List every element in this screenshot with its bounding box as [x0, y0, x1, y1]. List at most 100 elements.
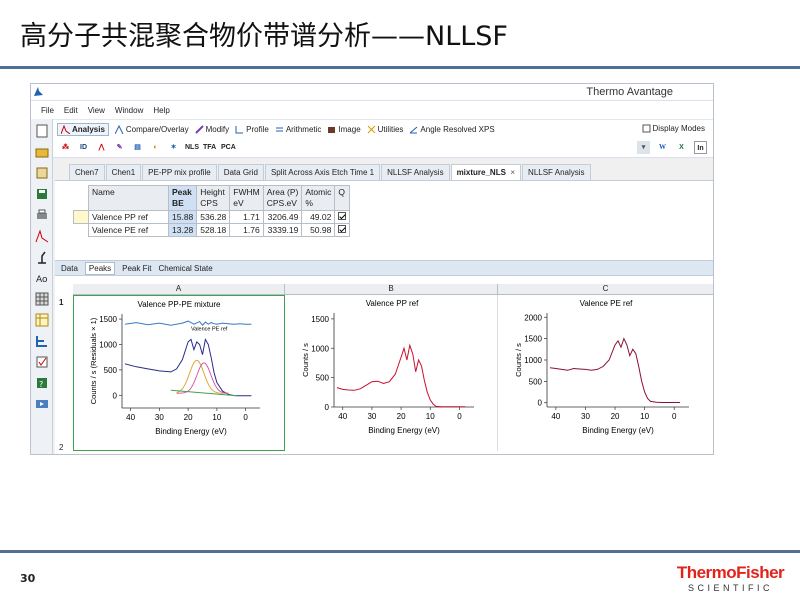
col-peak-be: Peak BE — [167, 185, 198, 211]
plot-title: Valence PE ref — [580, 299, 634, 308]
tree-icon[interactable] — [35, 334, 49, 348]
x-tick-label: 30 — [367, 412, 376, 421]
menu-view[interactable]: View — [88, 106, 105, 115]
y-tick-label: 500 — [529, 377, 543, 386]
subtab-data[interactable]: Data — [61, 264, 78, 273]
peak-id-icon[interactable]: ⁂ — [59, 141, 72, 154]
page-number: 30 — [20, 572, 36, 585]
plot-cell-b[interactable]: Valence PP ref 1500 1000 500 0 40 30 20 10 0 Bindi… — [286, 295, 498, 451]
thermofisher-logo: ThermoFisher SCIENTIFIC — [673, 563, 788, 593]
element-icon[interactable]: Ao — [35, 271, 49, 285]
plot-cell-c[interactable]: Valence PE ref 2000 1500 1000 500 0 40 30 20 10 0 B… — [499, 295, 713, 451]
star-tool-icon[interactable]: ✶ — [167, 141, 180, 154]
image-icon — [328, 126, 336, 133]
table-row[interactable]: Valence PP ref 15.88 536.28 1.71 3206.49… — [73, 210, 351, 224]
peak-fit-icon[interactable]: ✎ — [113, 141, 126, 154]
table-icon[interactable] — [35, 313, 49, 327]
print-icon[interactable] — [35, 208, 49, 222]
word-export-button[interactable]: W — [656, 141, 669, 154]
y-tick-label: 500 — [104, 366, 118, 375]
in-button[interactable]: In — [694, 141, 707, 154]
menu-edit[interactable]: Edit — [64, 106, 78, 115]
tab-nllsf-analysis-2[interactable]: NLLSF Analysis — [522, 164, 591, 180]
ribbon-tabs: Analysis Compare/Overlay Modify Profile … — [31, 119, 713, 138]
x-tick-label: 40 — [126, 413, 135, 422]
title-divider — [0, 66, 800, 69]
chart-icon[interactable]: ▤ — [131, 141, 144, 154]
microscope-icon[interactable] — [35, 250, 49, 264]
report-icon[interactable]: ? — [35, 376, 49, 390]
x-tick-label: 10 — [426, 412, 435, 421]
ribbon-tab-modify[interactable]: Modify — [194, 124, 229, 134]
new-file-icon[interactable] — [35, 124, 49, 138]
grid-column-header: A B C — [73, 284, 713, 295]
close-tab-icon[interactable]: × — [510, 168, 515, 177]
tab-nllsf-analysis[interactable]: NLLSF Analysis — [381, 164, 450, 180]
q-checkbox[interactable] — [338, 212, 347, 220]
series-line — [336, 343, 466, 408]
subtab-peaks[interactable]: Peaks — [84, 261, 116, 275]
tab-data-grid[interactable]: Data Grid — [217, 164, 264, 180]
document-area: Name Peak BE Height CPS FWHM eV Area (P)… — [55, 180, 713, 454]
menu-file[interactable]: File — [41, 106, 54, 115]
x-tick-label: 20 — [611, 412, 620, 421]
nls-button[interactable]: NLS — [185, 141, 199, 154]
display-modes-button[interactable]: Display Modes — [642, 124, 705, 133]
x-tick-label: 40 — [551, 412, 560, 421]
menu-help[interactable]: Help — [153, 106, 169, 115]
legend-label: Valence PE ref — [191, 326, 228, 332]
peak-fwhm: 1.76 — [229, 223, 264, 237]
tab-chen1[interactable]: Chen1 — [105, 164, 142, 180]
ribbon-tab-compare[interactable]: Compare/Overlay — [114, 124, 189, 134]
plot-cell-a[interactable]: Valence PP-PE mixture 1500 1000 500 0 40 30 20 1… — [73, 295, 285, 451]
y-tick-label: 1000 — [311, 344, 329, 353]
id-button[interactable]: ID — [77, 141, 90, 154]
scroll-down-icon[interactable]: ▾ — [637, 141, 650, 154]
color-tool-icon[interactable]: ◐ — [149, 141, 162, 154]
modify-icon — [194, 124, 204, 134]
tab-mixture-nls[interactable]: mixture_NLS × — [450, 164, 522, 180]
subtab-peak-fit[interactable]: Peak Fit — [122, 264, 151, 273]
table-row[interactable]: Valence PE ref 13.28 528.18 1.76 3339.19… — [74, 223, 351, 237]
row-selector[interactable] — [73, 210, 89, 224]
grid-col-b[interactable]: B — [285, 284, 498, 294]
grid-col-a[interactable]: A — [73, 284, 285, 294]
plot-title: Valence PP-PE mixture — [138, 300, 222, 309]
save-icon[interactable] — [35, 187, 49, 201]
tab-split-across-axis[interactable]: Split Across Axis Etch Time 1 — [264, 164, 381, 180]
ribbon-tab-utilities[interactable]: Utilities — [367, 125, 403, 134]
q-checkbox[interactable] — [338, 225, 347, 233]
tab-chen7[interactable]: Chen7 — [69, 164, 105, 180]
toolbar-right: ▾ W X In — [637, 141, 707, 154]
open-folder-icon[interactable] — [35, 145, 49, 159]
grid-col-c[interactable]: C — [498, 284, 713, 294]
data-subtabs: Data Peaks Peak Fit Chemical State — [55, 260, 713, 276]
y-tick-label: 2000 — [524, 313, 542, 322]
menu-window[interactable]: Window — [115, 106, 143, 115]
excel-export-button[interactable]: X — [675, 141, 688, 154]
grid-icon[interactable] — [35, 292, 49, 306]
mixture-spectrum-plot: Valence PP-PE mixture 1500 1000 500 0 40 30 20 1… — [89, 300, 260, 436]
x-tick-label: 40 — [338, 412, 347, 421]
col-name: Name — [88, 185, 169, 211]
row-selector[interactable] — [74, 224, 89, 237]
subtab-chemical-state[interactable]: Chemical State — [158, 264, 212, 273]
ribbon-tab-image[interactable]: Image — [327, 125, 361, 134]
peak-be: 13.28 — [167, 223, 198, 237]
ribbon-tab-profile[interactable]: Profile — [235, 125, 269, 134]
pca-button[interactable]: PCA — [221, 141, 236, 154]
peak-table: Name Peak BE Height CPS FWHM eV Area (P)… — [73, 185, 351, 237]
spectrum-icon[interactable] — [35, 229, 49, 243]
angle-resolved-icon — [410, 126, 418, 133]
spectrum-tool-icon[interactable]: ⋀ — [95, 141, 108, 154]
y-tick-label: 1000 — [99, 340, 117, 349]
menu-bar: File Edit View Window Help — [31, 101, 713, 119]
tab-pe-pp-mix-profile[interactable]: PE-PP mix profile — [142, 164, 217, 180]
ribbon-tab-arxps[interactable]: Angle Resolved XPS — [409, 125, 495, 134]
checklist-icon[interactable] — [35, 355, 49, 369]
ribbon-tab-arithmetic[interactable]: Arithmetic — [275, 125, 321, 134]
tfa-button[interactable]: TFA — [203, 141, 216, 154]
ribbon-tab-analysis[interactable]: Analysis — [57, 122, 109, 136]
import-icon[interactable] — [35, 166, 49, 180]
expand-panel-icon[interactable] — [35, 397, 49, 411]
